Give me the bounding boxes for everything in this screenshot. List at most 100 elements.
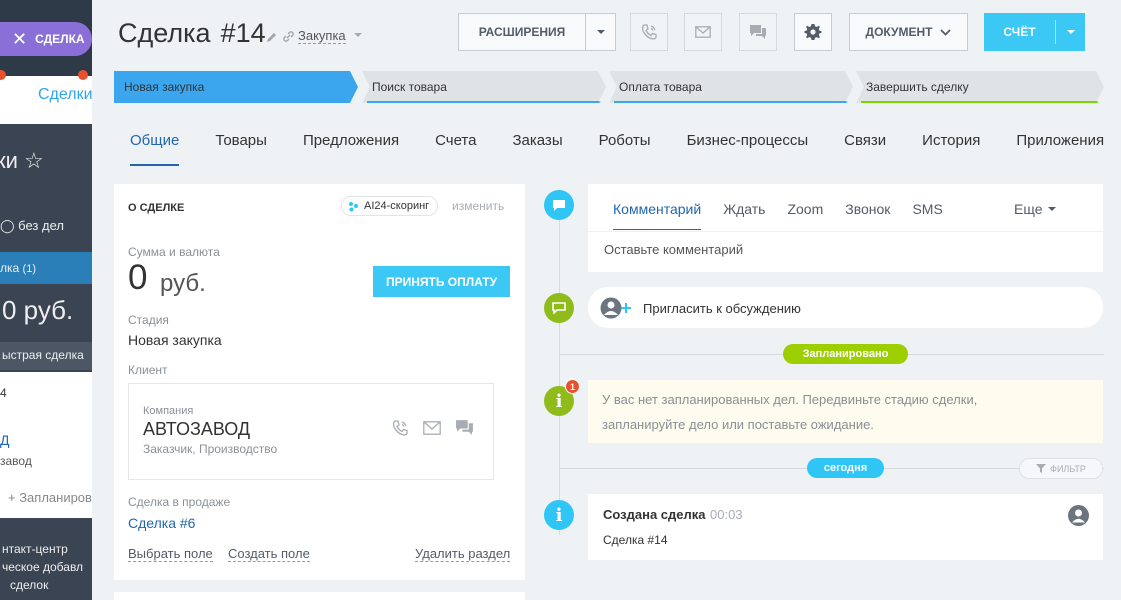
currency-value: руб. (160, 270, 206, 297)
chat-button[interactable] (739, 13, 777, 51)
tab-general[interactable]: Общие (130, 132, 180, 166)
background-filter-no-tasks[interactable]: ◯ без дел (0, 218, 64, 234)
document-button[interactable]: ДОКУМЕНТ (849, 13, 968, 51)
background-deals: сделок (10, 578, 49, 592)
ai-icon (349, 201, 358, 211)
background-page: Сделки ки ☆ ◯ без дел лка (1) 0 руб. ыст… (0, 0, 92, 600)
filter-icon (1036, 464, 1047, 473)
tab-offers[interactable]: Предложения (303, 132, 399, 158)
tab-sms[interactable]: SMS (912, 201, 942, 217)
invoice-dropdown-toggle[interactable] (1055, 20, 1085, 44)
stage-finish-deal[interactable]: Завершить сделку (856, 71, 1104, 103)
close-icon: ✕ (12, 28, 28, 49)
comment-icon (553, 199, 565, 211)
sale-deal-link[interactable]: Сделка #6 (128, 515, 195, 531)
info-icon: i (555, 390, 563, 412)
page-title: Сделка #14 (118, 18, 266, 48)
planned-badge: Запланировано (783, 344, 908, 364)
about-deal-card: О СДЕЛКЕ AI24-скоринг изменить Сумма и в… (114, 184, 525, 580)
stage-new-purchase[interactable]: Новая закупка (114, 71, 358, 103)
accept-payment-button[interactable]: ПРИНЯТЬ ОПЛАТУ (373, 266, 510, 297)
comment-input[interactable]: Оставьте комментарий (604, 242, 743, 257)
stage-label: Стадия (128, 313, 169, 327)
info-icon: i (555, 504, 563, 526)
delete-section-link[interactable]: Удалить раздел (415, 546, 511, 562)
company-name[interactable]: АВТОЗАВОД (143, 419, 250, 440)
tab-comment[interactable]: Комментарий (613, 201, 702, 230)
chat-bubble-icon (552, 302, 566, 314)
tab-robots[interactable]: Роботы (599, 132, 651, 158)
activity-tabs: Комментарий Ждать Zoom Звонок SMS (613, 201, 965, 230)
comment-marker (544, 190, 574, 220)
next-card (114, 592, 525, 600)
extensions-button[interactable]: РАСШИРЕНИЯ (458, 13, 616, 51)
create-field-link[interactable]: Создать поле (228, 546, 310, 562)
chevron-down-icon (354, 33, 362, 37)
deal-tabs: Общие Товары Предложения Счета Заказы Ро… (130, 132, 1121, 166)
phone-icon[interactable] (391, 419, 409, 442)
tab-wait[interactable]: Ждать (723, 201, 765, 217)
settings-button[interactable] (794, 13, 832, 51)
background-contact-center: нтакт-центр (2, 542, 68, 556)
invoice-button[interactable]: СЧЁТ (984, 13, 1085, 51)
background-quick-deal[interactable]: ыстрая сделка (2, 348, 84, 362)
tab-orders[interactable]: Заказы (512, 132, 562, 158)
company-type: Компания (143, 405, 194, 417)
tab-apps[interactable]: Приложения (1016, 132, 1104, 158)
pencil-icon[interactable] (266, 30, 278, 48)
tab-history[interactable]: История (922, 132, 980, 158)
background-title: ки ☆ (0, 148, 44, 173)
background-card-num: 4 (0, 386, 7, 400)
add-user-icon (600, 297, 631, 319)
background-card-link[interactable]: Д (0, 432, 9, 448)
today-badge: сегодня (807, 458, 884, 478)
comment-editor: Комментарий Ждать Zoom Звонок SMS Еще Ос… (588, 184, 1103, 272)
tab-business-processes[interactable]: Бизнес-процессы (687, 132, 809, 158)
section-heading: О СДЕЛКЕ (128, 202, 185, 214)
invite-discussion-button[interactable]: Пригласить к обсуждению (588, 287, 1103, 328)
background-card-company: завод (0, 454, 32, 468)
created-deal-entry: Создана сделка 00:03 Сделка #14 (588, 494, 1103, 560)
link-icon[interactable] (282, 30, 295, 48)
ai-scoring-button[interactable]: AI24-скоринг (341, 196, 439, 216)
select-field-link[interactable]: Выбрать поле (128, 546, 213, 562)
tab-zoom[interactable]: Zoom (787, 201, 823, 217)
gear-icon (804, 24, 822, 40)
chevron-down-icon (596, 30, 605, 34)
stage-search-goods[interactable]: Поиск товара (362, 71, 606, 103)
filter-button[interactable]: ФИЛЬТР (1019, 458, 1103, 479)
company-description: Заказчик, Производство (143, 442, 278, 456)
divider (588, 231, 1103, 232)
tab-relations[interactable]: Связи (844, 132, 886, 158)
tab-call[interactable]: Звонок (845, 201, 890, 217)
tab-invoices[interactable]: Счета (435, 132, 476, 158)
chat-icon[interactable] (455, 419, 474, 442)
user-avatar-icon[interactable] (1068, 505, 1089, 531)
background-tab-deals[interactable]: Сделки (38, 86, 92, 104)
deal-panel: Сделка #14 Закупка РАСШИРЕНИЯ ДОКУМЕНТ СЧ… (92, 0, 1121, 600)
email-button[interactable] (684, 13, 722, 51)
call-button[interactable] (630, 13, 668, 51)
tab-products[interactable]: Товары (215, 132, 267, 158)
background-plan-link[interactable]: + Запланиров (8, 490, 92, 505)
stage-bar: Новая закупка Поиск товара Оплата товара… (114, 71, 1104, 103)
more-tabs-button[interactable]: Еще (1014, 201, 1056, 217)
stage-value[interactable]: Новая закупка (128, 332, 222, 348)
extensions-dropdown-toggle[interactable] (585, 14, 615, 50)
background-stage: лка (1) (0, 261, 36, 275)
change-link[interactable]: изменить (452, 199, 504, 213)
client-label: Клиент (128, 363, 168, 377)
client-actions (391, 419, 474, 442)
timeline-line (559, 205, 560, 535)
entry-title: Создана сделка (603, 507, 706, 522)
count-badge: 1 (565, 379, 580, 394)
planned-note: У вас нет запланированных дел. Передвинь… (588, 380, 1103, 443)
close-slider-button[interactable]: ✕ СДЕЛКА (0, 22, 92, 56)
mail-icon[interactable] (423, 419, 441, 442)
chevron-down-icon (1066, 30, 1075, 34)
sum-label: Сумма и валюта (128, 245, 220, 259)
category-selector[interactable]: Закупка (298, 28, 346, 44)
stage-payment[interactable]: Оплата товара (609, 71, 853, 103)
entry-time: 00:03 (710, 507, 743, 522)
star-icon[interactable]: ☆ (24, 148, 44, 173)
